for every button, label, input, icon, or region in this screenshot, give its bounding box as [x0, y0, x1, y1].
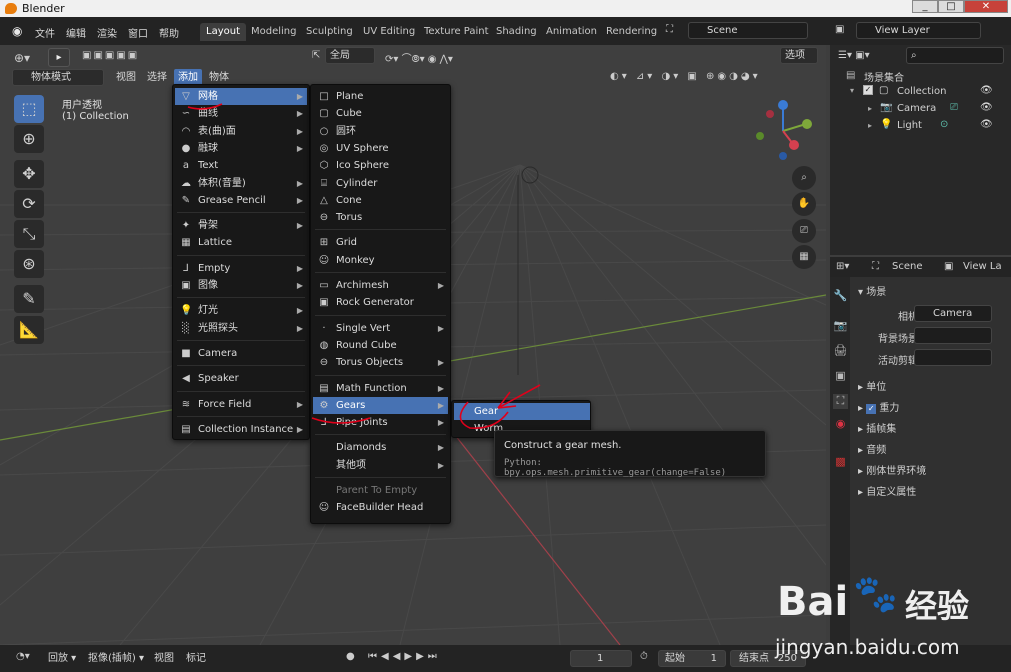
- current-frame-field[interactable]: 1: [570, 650, 632, 667]
- breadcrumb-scene[interactable]: Scene: [892, 261, 923, 272]
- search-icon: ⌕: [911, 50, 917, 61]
- timeline-editor-icon[interactable]: ◔▾: [16, 651, 30, 662]
- maximize-button[interactable]: □: [938, 0, 964, 13]
- view-layer-tab-icon: ▣: [944, 261, 954, 272]
- scene-collection-label[interactable]: 场景集合: [864, 69, 904, 84]
- minimize-button[interactable]: _: [912, 0, 938, 13]
- scene-collection-icon: ▤: [846, 70, 856, 81]
- collection-icon: ▢: [879, 85, 889, 96]
- red-annotations: [187, 103, 541, 429]
- render-tab-icon[interactable]: 📷: [833, 319, 848, 334]
- view-layer-field[interactable]: View Layer: [856, 22, 981, 39]
- menu-keying[interactable]: 抠像(插帧) ▾: [88, 650, 144, 667]
- playback-controls[interactable]: ⏮◀◀▶▶⏭: [368, 651, 441, 662]
- section-rigid-body-world[interactable]: ▸ 刚体世界环境: [858, 462, 926, 477]
- collection-checkbox[interactable]: ✓: [863, 85, 873, 95]
- light-data-icon[interactable]: ⊙: [940, 119, 948, 130]
- menu-timeline-view[interactable]: 视图: [154, 650, 174, 667]
- view-layer-icon[interactable]: ▣: [835, 24, 844, 35]
- eye-icon-camera[interactable]: 👁: [980, 102, 993, 113]
- world-tab-icon[interactable]: ◉: [833, 417, 848, 432]
- start-frame-field[interactable]: 起始 1: [658, 650, 726, 667]
- light-object-icon: 💡: [880, 119, 893, 130]
- baidu-watermark: Bai 🐾 经验 jingyan.baidu.com: [775, 565, 1005, 665]
- camera-field[interactable]: Camera: [914, 305, 992, 322]
- blender-window: Blender _ □ ✕ ◉ 文件 编辑 渲染 窗口 帮助 Layout Mo…: [0, 0, 1011, 672]
- tool-tab-icon[interactable]: 🔧: [833, 289, 848, 304]
- active-clip-label: 活动剪辑: [878, 356, 918, 367]
- outliner-display-icon[interactable]: ☰▾ ▣▾: [838, 50, 870, 61]
- section-audio[interactable]: ▸ 音频: [858, 441, 886, 456]
- properties-header: ⊞▾ ⛶ Scene ▣ View La: [830, 257, 1011, 277]
- background-scene-field[interactable]: [914, 327, 992, 344]
- breadcrumb-view-layer[interactable]: View La: [963, 261, 1002, 272]
- outliner-search-input[interactable]: ⌕: [906, 47, 1004, 64]
- watermark-url: jingyan.baidu.com: [775, 635, 960, 659]
- expand-camera-icon[interactable]: ▸: [868, 104, 872, 113]
- menu-playback[interactable]: 回放 ▾: [48, 650, 76, 667]
- watermark-brand: Bai: [777, 579, 849, 625]
- section-gravity[interactable]: ▸ ✓ 重力: [858, 399, 899, 414]
- outliner-item-light[interactable]: Light: [897, 120, 922, 131]
- section-scene[interactable]: ▾ 场景: [858, 283, 886, 298]
- eye-icon[interactable]: 👁: [980, 85, 993, 96]
- outliner-item-collection[interactable]: Collection: [897, 86, 946, 97]
- section-keying-sets[interactable]: ▸ 插帧集: [858, 420, 896, 435]
- paw-icon: 🐾: [853, 574, 898, 615]
- camera-object-icon: 📷: [880, 102, 893, 113]
- section-units[interactable]: ▸ 单位: [858, 378, 886, 393]
- outliner: ☰▾ ▣▾ ⌕ ▤ 场景集合 ▾ ✓ ▢ Collection 👁 ▸ 📷 Ca…: [830, 45, 1011, 255]
- section-custom-properties[interactable]: ▸ 自定义属性: [858, 483, 916, 498]
- gravity-checkbox[interactable]: ✓: [866, 404, 877, 414]
- eye-icon-light[interactable]: 👁: [980, 119, 993, 130]
- background-scene-label: 背景场景: [878, 334, 918, 345]
- expand-light-icon[interactable]: ▸: [868, 121, 872, 130]
- texture-tab-icon[interactable]: ▩: [833, 455, 848, 470]
- watermark-brand-cn: 经验: [905, 587, 970, 625]
- record-icon[interactable]: ●: [346, 651, 355, 662]
- active-clip-field[interactable]: [914, 349, 992, 366]
- clock-icon[interactable]: ⏱: [640, 651, 648, 662]
- outliner-item-camera[interactable]: Camera: [897, 103, 936, 114]
- expand-collection-icon[interactable]: ▾: [850, 86, 854, 95]
- camera-data-icon[interactable]: ⎚: [950, 102, 958, 113]
- close-button[interactable]: ✕: [964, 0, 1008, 13]
- menu-marker[interactable]: 标记: [186, 650, 206, 667]
- view-layer-tab-icon2[interactable]: ▣: [833, 369, 848, 384]
- scene-tab-icon: ⛶: [872, 261, 879, 272]
- properties-editor-icon[interactable]: ⊞▾: [836, 261, 849, 272]
- output-tab-icon[interactable]: 🖨: [833, 344, 848, 359]
- scene-props-tab-icon[interactable]: ⛶: [833, 394, 848, 409]
